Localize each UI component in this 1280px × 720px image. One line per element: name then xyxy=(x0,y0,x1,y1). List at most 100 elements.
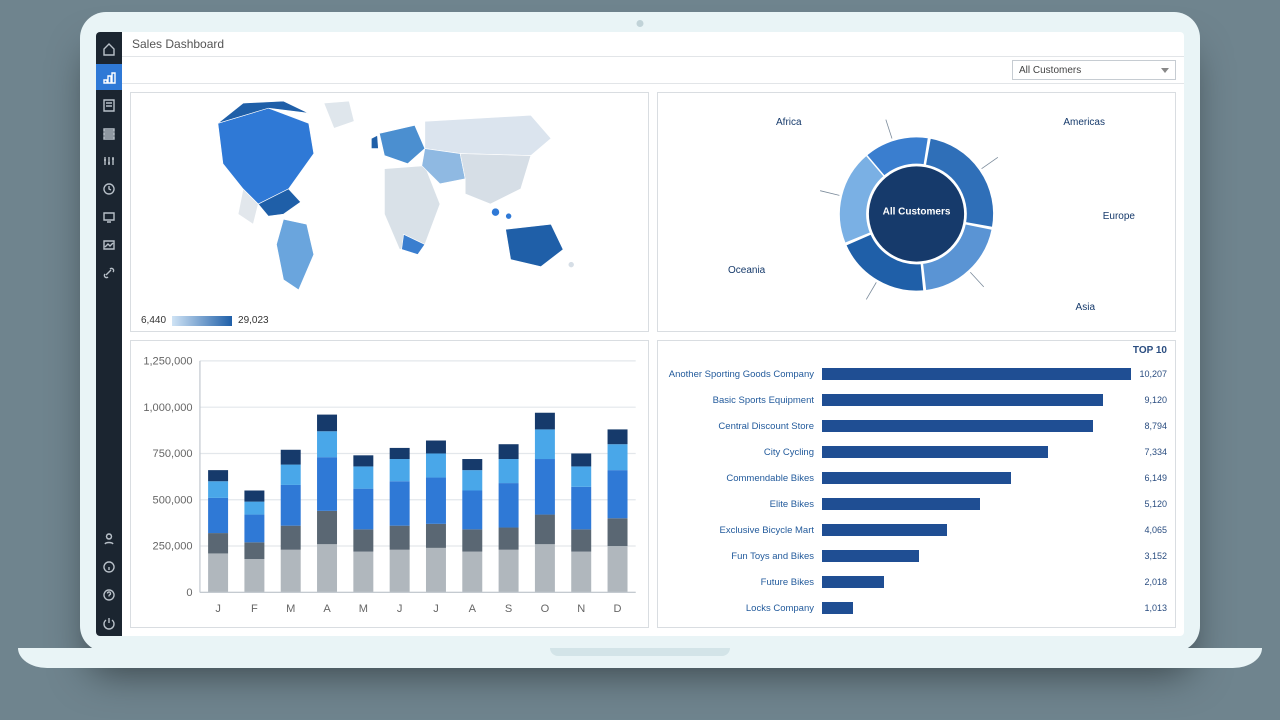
top10-row-value: 9,120 xyxy=(1144,395,1167,405)
main-area: Sales Dashboard All Customers xyxy=(122,32,1184,636)
top10-row-bar xyxy=(822,524,1136,536)
svg-text:A: A xyxy=(469,603,477,615)
page-title-bar: Sales Dashboard xyxy=(122,32,1184,57)
map-legend-gradient xyxy=(172,316,232,326)
monthly-bar-chart: 0 250,000 500,000 750,000 1,000,000 1,250,000… xyxy=(131,341,648,627)
top10-row[interactable]: Basic Sports Equipment 9,120 xyxy=(664,392,1167,409)
top10-row[interactable]: Fun Toys and Bikes 3,152 xyxy=(664,548,1167,565)
top10-row-bar xyxy=(822,576,1136,588)
map-legend-min: 6,440 xyxy=(141,315,166,326)
top10-row[interactable]: Commendable Bikes6,149 xyxy=(664,470,1167,487)
top10-row-value: 3,152 xyxy=(1144,551,1167,561)
svg-text:1,250,000: 1,250,000 xyxy=(143,356,192,368)
sidebar-user-icon[interactable] xyxy=(96,526,122,552)
top10-row-value: 8,794 xyxy=(1144,421,1167,431)
donut-label-asia: Asia xyxy=(1076,302,1095,313)
donut-labels: Africa Americas Europe Asia Oceania All … xyxy=(658,93,1175,331)
top10-row-value: 10,207 xyxy=(1139,369,1167,379)
top10-row-bar xyxy=(822,368,1131,380)
top10-row[interactable]: Locks Company 1,013 xyxy=(664,600,1167,617)
svg-text:J: J xyxy=(215,603,221,615)
laptop-frame: Sales Dashboard All Customers xyxy=(80,12,1200,652)
top10-row-bar xyxy=(822,472,1136,484)
top10-body: Another Sporting Goods Company 10,207 Basi… xyxy=(664,361,1167,621)
top10-row[interactable]: Another Sporting Goods Company 10,207 xyxy=(664,366,1167,383)
map-legend: 6,440 29,023 xyxy=(141,315,269,326)
sidebar-clock-icon[interactable] xyxy=(96,176,122,202)
top10-row[interactable]: Future Bikes 2,018 xyxy=(664,574,1167,591)
top10-row-label: City Cycling xyxy=(664,447,818,458)
top10-row-bar xyxy=(822,550,1136,562)
top10-row-label: Basic Sports Equipment xyxy=(664,395,818,406)
camera-dot xyxy=(637,20,644,27)
top10-row-label: Future Bikes xyxy=(664,577,818,588)
sidebar-help-icon[interactable] xyxy=(96,582,122,608)
svg-text:M: M xyxy=(286,603,295,615)
sidebar-info-icon[interactable] xyxy=(96,554,122,580)
donut-label-oceania: Oceania xyxy=(728,265,765,276)
sidebar xyxy=(96,32,122,636)
svg-text:J: J xyxy=(433,603,439,615)
panel-top10[interactable]: TOP 10 Another Sporting Goods Company 10,… xyxy=(657,340,1176,628)
panel-region-donut[interactable]: Africa Americas Europe Asia Oceania All … xyxy=(657,92,1176,332)
top10-row-label: Fun Toys and Bikes xyxy=(664,551,818,562)
map-legend-max: 29,023 xyxy=(238,315,269,326)
top10-row-value: 7,334 xyxy=(1144,447,1167,457)
top10-row[interactable]: Exclusive Bicycle Mart 4,065 xyxy=(664,522,1167,539)
sidebar-report-icon[interactable] xyxy=(96,92,122,118)
sidebar-home-icon[interactable] xyxy=(96,36,122,62)
top10-row[interactable]: Central Discount Store 8,794 xyxy=(664,418,1167,435)
app-screen: Sales Dashboard All Customers xyxy=(96,32,1184,636)
top10-row-bar xyxy=(822,394,1136,406)
donut-label-africa: Africa xyxy=(776,117,802,128)
world-map xyxy=(131,93,648,305)
sidebar-power-icon[interactable] xyxy=(96,610,122,636)
top10-row-label: Elite Bikes xyxy=(664,499,818,510)
svg-text:M: M xyxy=(359,603,368,615)
top10-row-value: 2,018 xyxy=(1144,577,1167,587)
sidebar-data-icon[interactable] xyxy=(96,120,122,146)
donut-center-label: All Customers xyxy=(883,207,951,218)
page-title: Sales Dashboard xyxy=(132,37,224,51)
svg-text:250,000: 250,000 xyxy=(153,541,193,553)
sidebar-monitor-icon[interactable] xyxy=(96,204,122,230)
svg-text:D: D xyxy=(614,603,622,615)
top10-row-value: 6,149 xyxy=(1144,473,1167,483)
sidebar-dashboard-icon[interactable] xyxy=(96,64,122,90)
donut-label-americas: Americas xyxy=(1063,117,1105,128)
svg-text:750,000: 750,000 xyxy=(153,448,193,460)
top10-row-bar xyxy=(822,420,1136,432)
top10-row[interactable]: City Cycling 7,334 xyxy=(664,444,1167,461)
svg-text:S: S xyxy=(505,603,512,615)
svg-text:J: J xyxy=(397,603,403,615)
sidebar-link-icon[interactable] xyxy=(96,260,122,286)
svg-text:500,000: 500,000 xyxy=(153,494,193,506)
top10-row-value: 5,120 xyxy=(1144,499,1167,509)
toolbar: All Customers xyxy=(122,57,1184,84)
svg-text:0: 0 xyxy=(186,587,192,599)
laptop-base xyxy=(18,648,1262,668)
top10-row-bar xyxy=(822,498,1136,510)
panel-world-map[interactable]: 6,440 29,023 xyxy=(130,92,649,332)
top10-row[interactable]: Elite Bikes 5,120 xyxy=(664,496,1167,513)
top10-row-label: Exclusive Bicycle Mart xyxy=(664,525,818,536)
top10-row-label: Locks Company xyxy=(664,603,818,614)
customer-filter-value: All Customers xyxy=(1019,65,1081,76)
top10-title: TOP 10 xyxy=(1133,345,1167,356)
svg-text:1,000,000: 1,000,000 xyxy=(143,402,192,414)
sidebar-controls-icon[interactable] xyxy=(96,148,122,174)
customer-filter-dropdown[interactable]: All Customers xyxy=(1012,60,1176,80)
top10-row-label: Central Discount Store xyxy=(664,421,818,432)
top10-row-value: 1,013 xyxy=(1144,603,1167,613)
sidebar-image-icon[interactable] xyxy=(96,232,122,258)
top10-row-bar xyxy=(822,602,1136,614)
svg-text:A: A xyxy=(323,603,331,615)
top10-row-value: 4,065 xyxy=(1144,525,1167,535)
top10-row-label: Another Sporting Goods Company xyxy=(664,369,818,380)
svg-text:F: F xyxy=(251,603,258,615)
donut-label-europe: Europe xyxy=(1103,211,1135,222)
chevron-down-icon xyxy=(1161,68,1169,73)
svg-text:N: N xyxy=(577,603,585,615)
panel-monthly-bars[interactable]: 0 250,000 500,000 750,000 1,000,000 1,250,000… xyxy=(130,340,649,628)
svg-text:O: O xyxy=(541,603,550,615)
